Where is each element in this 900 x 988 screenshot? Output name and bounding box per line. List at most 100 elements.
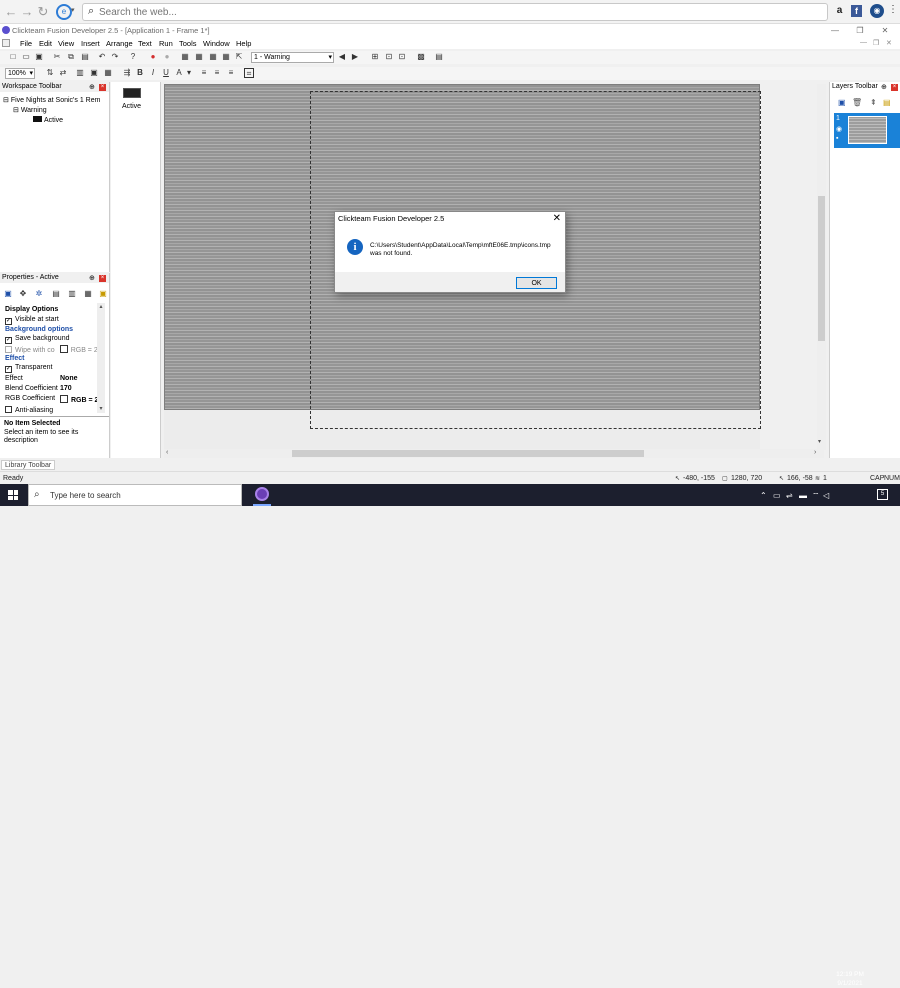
scroll-thumb[interactable]: [818, 196, 825, 341]
vertical-scrollbar[interactable]: ▾: [817, 84, 826, 450]
maximize-icon[interactable]: ❐: [850, 25, 870, 36]
storyboard-icon[interactable]: ▦: [180, 52, 190, 62]
eye-icon[interactable]: ◉: [836, 125, 842, 133]
grid-icon[interactable]: ⊞: [370, 52, 380, 62]
back-icon[interactable]: ←: [3, 4, 19, 20]
redo-icon[interactable]: ↷: [110, 52, 120, 62]
browser-search-box[interactable]: ⌕: [82, 3, 828, 21]
about-tab-icon[interactable]: ▤: [51, 289, 61, 299]
horizontal-scrollbar[interactable]: ‹ ›: [164, 449, 824, 458]
text-editor-icon[interactable]: ⇱: [234, 52, 244, 62]
volume-icon[interactable]: ◁: [823, 491, 829, 500]
taskbar-search[interactable]: ⌕ Type here to search: [28, 484, 242, 506]
copy-icon[interactable]: ⧉: [66, 52, 76, 62]
layer-up-icon[interactable]: ⇞: [870, 98, 877, 107]
checkbox[interactable]: ✓: [5, 337, 12, 344]
layout-c-icon[interactable]: ▦: [103, 68, 113, 78]
checkbox[interactable]: ✓: [5, 366, 12, 373]
align-left-icon[interactable]: ≡: [199, 68, 209, 78]
library-toolbar-tab[interactable]: Library Toolbar: [1, 460, 56, 470]
menu-view[interactable]: View: [58, 39, 74, 48]
text-color-dropdown-icon[interactable]: ▾: [184, 68, 194, 78]
add-layer-icon[interactable]: ▣: [838, 98, 846, 107]
chevron-up-icon[interactable]: ▴: [97, 303, 105, 310]
menu-tools[interactable]: Tools: [179, 39, 197, 48]
open-icon[interactable]: ▭: [21, 52, 31, 62]
tree-item-application[interactable]: ⊟ Five Nights at Sonic's 1 Rem: [3, 96, 100, 104]
wipe-with-color-row[interactable]: Wipe with co RGB = 2: [5, 345, 98, 354]
child-minimize-icon[interactable]: —: [860, 39, 867, 46]
settings-icon[interactable]: ▤: [434, 52, 444, 62]
frame-select[interactable]: 1 - Warning ▾: [251, 52, 334, 63]
menu-run[interactable]: Run: [159, 39, 173, 48]
position-tab-icon[interactable]: ✥: [18, 289, 28, 299]
events-tab-icon[interactable]: ▣: [98, 289, 108, 299]
menu-insert[interactable]: Insert: [81, 39, 100, 48]
zoom-fit-icon[interactable]: ⊡: [384, 52, 394, 62]
transparent-row[interactable]: ✓ Transparent: [5, 364, 52, 373]
tree-item-frame[interactable]: ⊟ Warning: [13, 106, 47, 114]
more-menu-icon[interactable]: ⋮: [888, 4, 898, 15]
menu-text[interactable]: Text: [138, 39, 152, 48]
checkbox[interactable]: [5, 346, 12, 353]
battery-icon[interactable]: ▬: [799, 491, 807, 500]
frame-editor-icon[interactable]: ▦: [194, 52, 204, 62]
stop-icon[interactable]: ●: [148, 52, 158, 62]
align-center-icon[interactable]: ≡: [212, 68, 222, 78]
pin-icon[interactable]: ⊕: [89, 274, 95, 282]
crop-icon[interactable]: ⌗: [244, 68, 254, 78]
clock[interactable]: 12:19 PM 9/1/2021: [830, 970, 870, 988]
align-icon[interactable]: ⇅: [45, 68, 55, 78]
profile-icon[interactable]: ◉: [870, 4, 884, 18]
pause-icon[interactable]: ●: [162, 52, 172, 62]
behavior-tab-icon[interactable]: ✲: [34, 289, 44, 299]
delete-layer-icon[interactable]: 🗑: [852, 98, 862, 107]
browser-dropdown-icon[interactable]: ▾: [71, 6, 75, 14]
runtime-tab-icon[interactable]: ▦: [83, 289, 93, 299]
color-swatch[interactable]: [60, 395, 68, 403]
amazon-icon[interactable]: a: [834, 5, 845, 17]
italic-icon[interactable]: I: [148, 68, 158, 78]
scroll-thumb[interactable]: [292, 450, 644, 457]
usb-icon[interactable]: ⇌: [786, 491, 793, 500]
pin-icon[interactable]: ⊕: [89, 83, 95, 91]
close-icon[interactable]: ✕: [553, 212, 561, 226]
windows-start-icon[interactable]: [8, 490, 18, 500]
child-restore-icon[interactable]: ❐: [873, 39, 879, 47]
blend-row[interactable]: Blend Coefficient 170: [5, 385, 72, 392]
ok-button[interactable]: OK: [516, 277, 557, 289]
minimize-icon[interactable]: —: [825, 25, 845, 36]
lock-icon[interactable]: ▪: [836, 135, 838, 142]
checkbox[interactable]: [5, 406, 12, 413]
menu-file[interactable]: File: [20, 39, 32, 48]
color-swatch[interactable]: [59, 345, 68, 353]
prev-frame-icon[interactable]: ◀: [337, 52, 347, 62]
layer-item[interactable]: 1 ◉ ▪: [834, 113, 900, 148]
clickteam-taskbar-icon[interactable]: [255, 487, 269, 501]
save-icon[interactable]: ▣: [34, 52, 44, 62]
save-background-row[interactable]: ✓ Save background: [5, 335, 69, 344]
antialiasing-row[interactable]: Anti-aliasing: [5, 406, 53, 414]
values-tab-icon[interactable]: ▥: [67, 289, 77, 299]
undo-icon[interactable]: ↶: [97, 52, 107, 62]
checkbox[interactable]: ✓: [5, 318, 12, 325]
wifi-icon[interactable]: ⌔: [812, 491, 820, 501]
zoom-in-icon[interactable]: ⊡: [397, 52, 407, 62]
notification-icon[interactable]: 5: [877, 489, 888, 500]
text-color-icon[interactable]: A: [174, 68, 184, 78]
close-window-icon[interactable]: ✕: [875, 25, 895, 36]
paste-icon[interactable]: ▤: [80, 52, 90, 62]
tree-item-object[interactable]: Active: [33, 116, 63, 124]
menu-window[interactable]: Window: [203, 39, 230, 48]
effect-row[interactable]: Effect None: [5, 375, 78, 382]
menu-help[interactable]: Help: [236, 39, 251, 48]
facebook-icon[interactable]: f: [851, 5, 862, 17]
chevron-down-icon[interactable]: ▾: [97, 405, 105, 412]
lock-icon[interactable]: ▤: [883, 98, 891, 107]
next-frame-icon[interactable]: ▶: [350, 52, 360, 62]
close-icon[interactable]: ×: [99, 275, 106, 282]
cut-icon[interactable]: ✂: [52, 52, 62, 62]
underline-icon[interactable]: U: [161, 68, 171, 78]
active-object-thumb[interactable]: [123, 88, 141, 98]
layout-b-icon[interactable]: ▣: [89, 68, 99, 78]
